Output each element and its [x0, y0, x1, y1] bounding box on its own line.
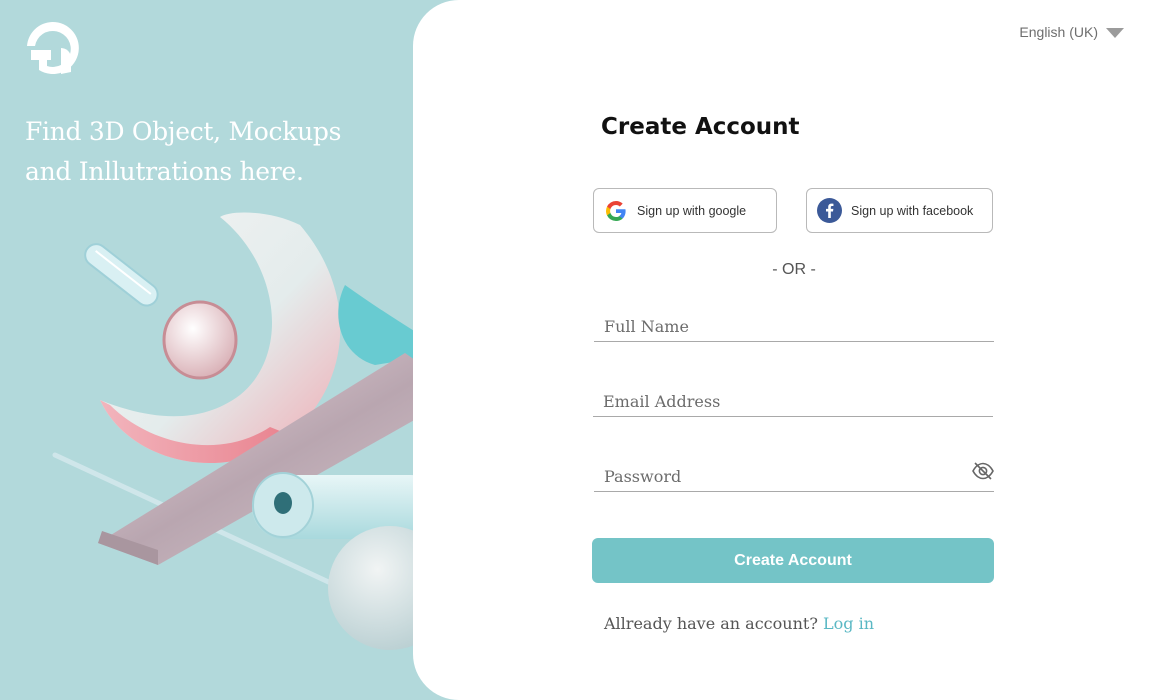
password-input[interactable]: [594, 456, 994, 491]
create-account-button[interactable]: Create Account: [592, 538, 994, 583]
facebook-signup-button[interactable]: Sign up with facebook: [806, 188, 993, 233]
email-input[interactable]: [593, 381, 993, 416]
page-title: Create Account: [601, 114, 800, 140]
tagline-line-2: and Inllutrations here.: [25, 157, 304, 186]
brand-logo: [27, 21, 79, 74]
full-name-field: [594, 306, 994, 342]
login-prompt-text: Allready have an account?: [604, 614, 818, 633]
google-icon: [606, 200, 626, 221]
eye-off-icon[interactable]: [972, 462, 994, 480]
chevron-down-icon: [1106, 28, 1124, 38]
google-signup-button[interactable]: Sign up with google: [593, 188, 777, 233]
facebook-signup-label: Sign up with facebook: [851, 203, 974, 218]
or-divider: - OR -: [772, 261, 816, 278]
google-signup-label: Sign up with google: [637, 203, 747, 218]
login-prompt: Allready have an account? Log in: [604, 614, 874, 633]
hero-panel: Find 3D Object, Mockups and Inllutration…: [0, 0, 478, 700]
facebook-icon: [817, 198, 842, 223]
signup-card: English (UK) Create Account Sign up with…: [413, 0, 1152, 700]
email-field: [593, 381, 993, 417]
password-field: [594, 456, 994, 492]
tagline-line-1: Find 3D Object, Mockups: [25, 117, 342, 146]
hero-tagline: Find 3D Object, Mockups and Inllutration…: [25, 112, 355, 192]
language-label: English (UK): [1019, 24, 1098, 40]
login-link[interactable]: Log in: [823, 614, 874, 633]
language-selector[interactable]: English (UK): [1019, 24, 1124, 40]
full-name-input[interactable]: [594, 306, 994, 341]
